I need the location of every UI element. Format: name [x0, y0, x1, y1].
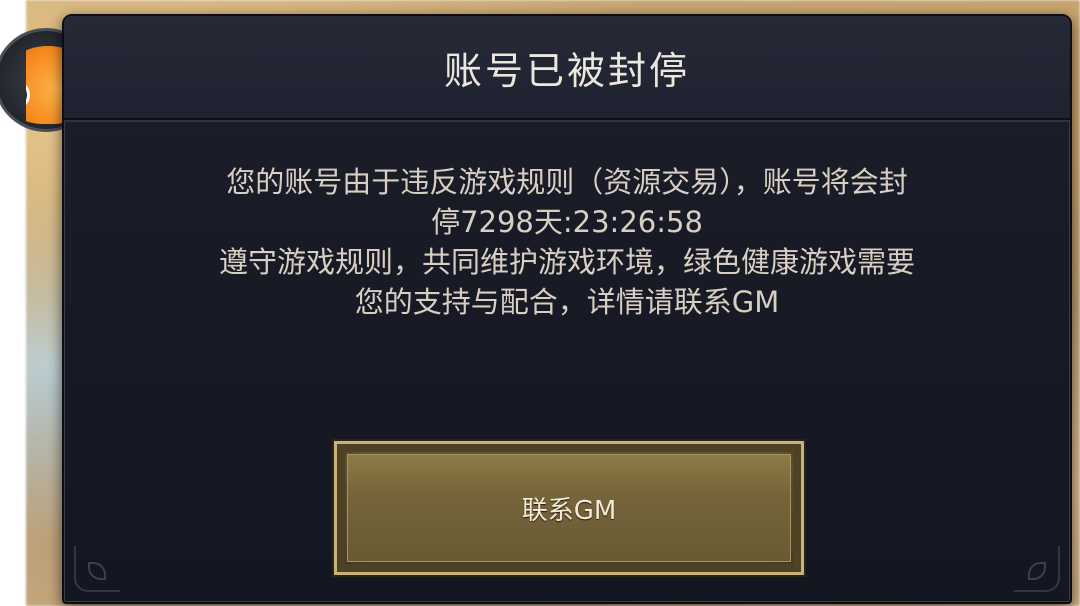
contact-gm-button-label: 联系GM — [521, 495, 617, 526]
dialog-header: 账号已被封停 — [64, 16, 1070, 122]
game-screen: 账号已被封停 您的账号由于违反游戏规则（资源交易），账号将会封 停7298天:2… — [0, 0, 1080, 606]
dialog-title: 账号已被封停 — [443, 48, 690, 93]
contact-gm-button[interactable]: 联系GM — [334, 441, 804, 575]
message-line-4: 您的支持与配合，详情请联系GM — [354, 285, 780, 319]
message-line-2: 停7298天:23:26:58 — [431, 205, 703, 239]
ban-notice-dialog: 账号已被封停 您的账号由于违反游戏规则（资源交易），账号将会封 停7298天:2… — [62, 14, 1072, 604]
message-line-3: 遵守游戏规则，共同维护游戏环境，绿色健康游戏需要 — [218, 245, 915, 279]
ban-message: 您的账号由于违反游戏规则（资源交易），账号将会封 停7298天:23:26:58… — [124, 162, 1010, 322]
avatar-eye — [26, 82, 30, 108]
message-line-1: 您的账号由于违反游戏规则（资源交易），账号将会封 — [226, 165, 908, 199]
